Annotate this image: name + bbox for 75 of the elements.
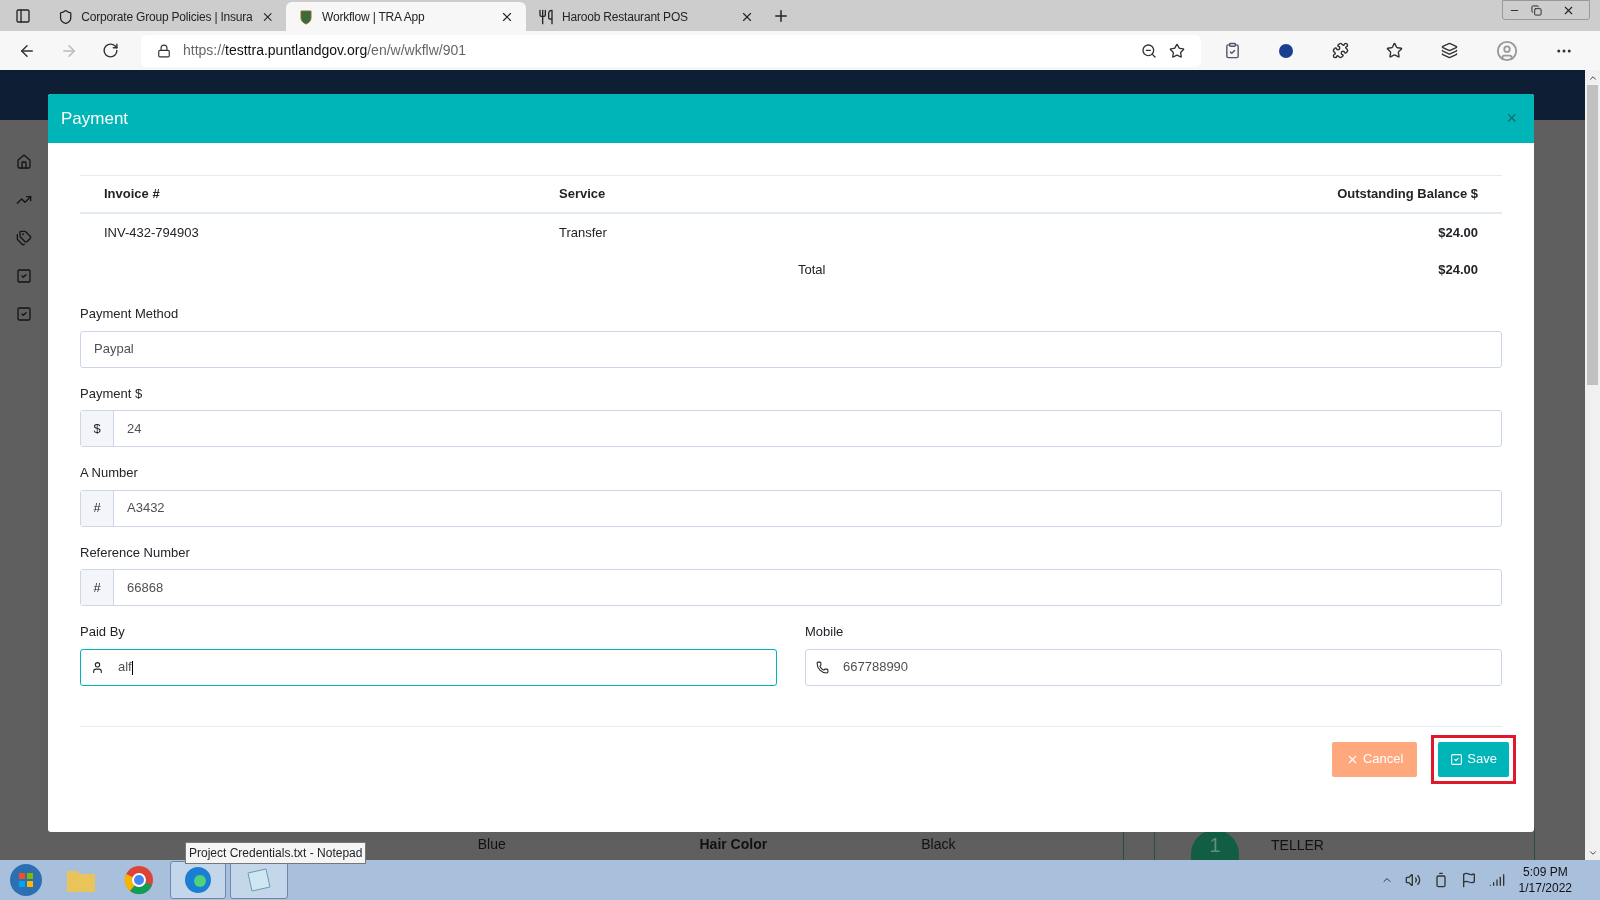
input-field[interactable]: # 66868 (80, 569, 1502, 606)
checkbox-icon[interactable] (16, 306, 32, 322)
browser-tab[interactable]: Corporate Group Policies | Insura (46, 2, 286, 31)
extension-icon[interactable] (1278, 42, 1295, 59)
input-value: alf (118, 658, 133, 677)
input-prefix: # (81, 570, 114, 605)
table-cell-text: $24.00 (1437, 223, 1478, 242)
total-value: $24.00 (1437, 260, 1478, 279)
dialog-title: Payment (61, 107, 129, 130)
scrollbar-thumb[interactable] (1587, 85, 1598, 385)
detail-text: Black (920, 834, 957, 854)
collections-icon[interactable] (1441, 42, 1459, 59)
check-icon (1450, 752, 1464, 766)
reload-icon[interactable] (102, 42, 119, 59)
crest-icon (298, 8, 314, 25)
utensils-icon (538, 8, 554, 25)
input-field[interactable]: $ 24 (80, 410, 1502, 447)
notepad-icon (244, 867, 274, 893)
clipboard-icon[interactable] (1223, 42, 1241, 59)
checkbox-icon[interactable] (16, 268, 32, 284)
column-header: Invoice # (104, 185, 161, 204)
input-value: 66868 (126, 578, 165, 597)
favorites-icon[interactable] (1386, 42, 1404, 59)
step-label: TELLER (1271, 836, 1324, 855)
total-label: Total (798, 260, 827, 279)
input-prefix: # (81, 490, 114, 526)
table-cell-text: Transfer (559, 223, 608, 242)
column-header: Outstanding Balance $ (1336, 185, 1478, 204)
home-icon[interactable] (16, 154, 32, 170)
shield-icon (58, 8, 74, 25)
lock-icon (157, 43, 171, 58)
favorite-icon[interactable] (1169, 42, 1185, 59)
tab-title: Corporate Group Policies | Insura (81, 8, 253, 26)
field-label: Reference Number (80, 543, 191, 562)
restore-icon[interactable] (1530, 4, 1542, 16)
input-value: A3432 (126, 499, 166, 518)
tab-title: Workflow | TRA App (322, 8, 426, 26)
profile-icon[interactable] (1495, 39, 1518, 62)
column-header: Service (559, 185, 607, 204)
extensions-icon[interactable] (1331, 42, 1349, 59)
edge-icon (183, 865, 213, 895)
tags-icon[interactable] (16, 230, 32, 246)
browser-tab[interactable]: Workflow | TRA App (286, 2, 526, 31)
flag-icon[interactable] (1460, 872, 1477, 888)
input-field[interactable]: # A3432 (80, 489, 1502, 527)
tab-actions-icon[interactable] (15, 7, 31, 24)
signal-icon[interactable] (1488, 872, 1505, 888)
input-field[interactable]: alf (80, 648, 777, 686)
input-value: 24 (126, 419, 143, 438)
input-field[interactable]: 667788990 (805, 648, 1502, 686)
start-icon[interactable] (8, 862, 44, 898)
phone-icon (816, 660, 829, 674)
field-label: Mobile (805, 623, 845, 641)
detail-text: Blue (476, 834, 507, 854)
step-number: 1 (1191, 830, 1239, 860)
field-label: Payment Method (80, 305, 180, 323)
volume-icon[interactable] (1404, 872, 1421, 888)
input-prefix: $ (81, 411, 114, 446)
field-label: Payment $ (80, 384, 144, 403)
clock[interactable]: 5:09 PM 1/17/2022 (1518, 864, 1572, 896)
field-label: Paid By (80, 623, 126, 641)
table-cell-text: INV-432-794903 (104, 223, 200, 242)
detail-text: Hair Color (698, 834, 769, 854)
tab-title: Haroob Restaurant POS (562, 8, 689, 26)
select-field[interactable]: Paypal (80, 330, 1502, 368)
url-text: https://testtra.puntlandgov.org/en/w/wkflw/901 (183, 41, 468, 60)
user-icon (91, 660, 104, 674)
browser-icon[interactable] (124, 865, 154, 895)
taskbar-app[interactable] (170, 861, 226, 899)
address-field[interactable]: https://testtra.puntlandgov.org/en/w/wkflw/901 (141, 34, 1201, 67)
tooltip: Project Credentials.txt - Notepad (185, 842, 367, 864)
input-value: 667788990 (843, 658, 909, 677)
zoom-icon[interactable] (1141, 42, 1157, 59)
browser-tab[interactable]: Haroob Restaurant POS (526, 2, 766, 31)
field-label: A Number (80, 464, 139, 482)
